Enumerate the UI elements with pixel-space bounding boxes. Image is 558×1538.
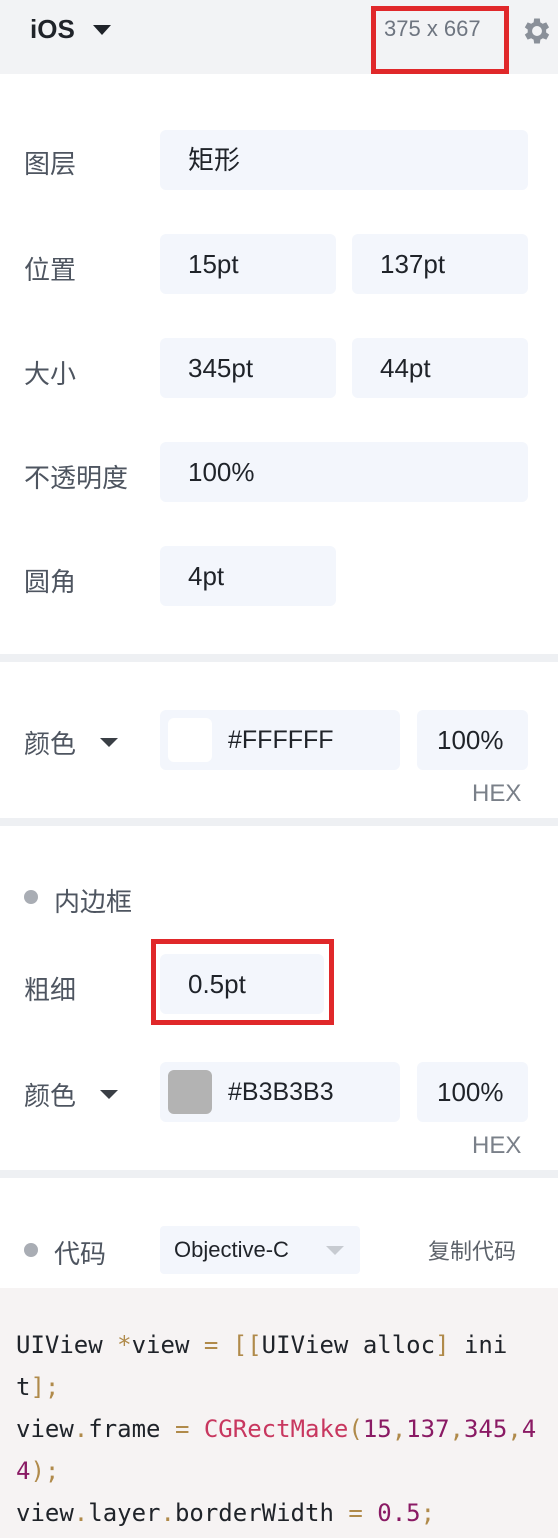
chevron-down-icon	[100, 1090, 119, 1099]
fill-alpha-value: 100%	[437, 725, 504, 755]
layer-name-value: 矩形	[188, 145, 241, 175]
layer-name-field[interactable]: 矩形	[160, 130, 528, 190]
size-height-value: 44pt	[380, 353, 431, 383]
fill-color-format: HEX	[472, 780, 522, 807]
border-thickness-value: 0.5pt	[188, 969, 246, 999]
code-block: UIView *view = [[UIView alloc] init]; vie…	[0, 1288, 558, 1538]
top-bar: iOS 375 x 667	[0, 0, 558, 74]
fill-alpha-field[interactable]: 100%	[417, 710, 528, 770]
radius-value: 4pt	[188, 561, 225, 591]
border-color-field[interactable]: #B3B3B3	[160, 1062, 400, 1122]
opacity-field[interactable]: 100%	[160, 442, 528, 502]
position-y-value: 137pt	[380, 249, 446, 279]
size-label: 大小	[24, 359, 77, 389]
radius-field[interactable]: 4pt	[160, 546, 336, 606]
border-color-type-selector[interactable]: 颜色	[24, 1076, 119, 1113]
chevron-down-icon	[326, 1246, 344, 1255]
opacity-label: 不透明度	[24, 463, 129, 493]
position-label: 位置	[24, 255, 77, 285]
border-section-dot	[24, 890, 38, 904]
size-width-field[interactable]: 345pt	[160, 338, 336, 398]
code-line: UIView *view = [[UIView alloc] init];	[16, 1331, 508, 1401]
platform-label: iOS	[30, 14, 75, 44]
chevron-down-icon	[100, 738, 119, 747]
platform-selector[interactable]: iOS	[30, 14, 111, 45]
size-width-value: 345pt	[188, 353, 254, 383]
copy-code-button[interactable]: 复制代码	[428, 1234, 516, 1266]
code-section-dot	[24, 1243, 38, 1257]
border-color-label: 颜色	[24, 1081, 77, 1111]
border-color-swatch[interactable]	[168, 1070, 212, 1114]
border-thickness-label: 粗细	[24, 975, 77, 1005]
code-language-select[interactable]: Objective-C	[160, 1226, 360, 1274]
border-section-title: 内边框	[54, 887, 133, 917]
chevron-down-icon	[92, 24, 111, 35]
radius-label: 圆角	[24, 567, 77, 597]
fill-color-field[interactable]: #FFFFFF	[160, 710, 400, 770]
border-alpha-value: 100%	[437, 1077, 504, 1107]
section-divider	[0, 654, 558, 662]
opacity-value: 100%	[188, 457, 255, 487]
fill-color-swatch[interactable]	[168, 718, 212, 762]
code-language-value: Objective-C	[174, 1237, 289, 1262]
position-x-value: 15pt	[188, 249, 239, 279]
position-x-field[interactable]: 15pt	[160, 234, 336, 294]
section-divider	[0, 1170, 558, 1178]
code-section-title: 代码	[54, 1239, 107, 1269]
fill-color-label: 颜色	[24, 729, 77, 759]
fill-color-type-selector[interactable]: 颜色	[24, 724, 119, 761]
section-divider	[0, 818, 558, 826]
border-color-hex: #B3B3B3	[228, 1078, 334, 1106]
layer-label: 图层	[24, 149, 77, 179]
code-line: view.frame = CGRectMake(15,137,345,44);	[16, 1415, 537, 1485]
fill-color-hex: #FFFFFF	[228, 726, 334, 754]
border-thickness-field[interactable]: 0.5pt	[160, 954, 324, 1014]
screen-size-readout: 375 x 667	[384, 16, 481, 41]
gear-icon[interactable]	[520, 14, 554, 48]
border-color-format: HEX	[472, 1132, 522, 1159]
size-height-field[interactable]: 44pt	[352, 338, 528, 398]
border-alpha-field[interactable]: 100%	[417, 1062, 528, 1122]
position-y-field[interactable]: 137pt	[352, 234, 528, 294]
code-line: view.layer.borderWidth = 0.5;	[16, 1499, 436, 1527]
